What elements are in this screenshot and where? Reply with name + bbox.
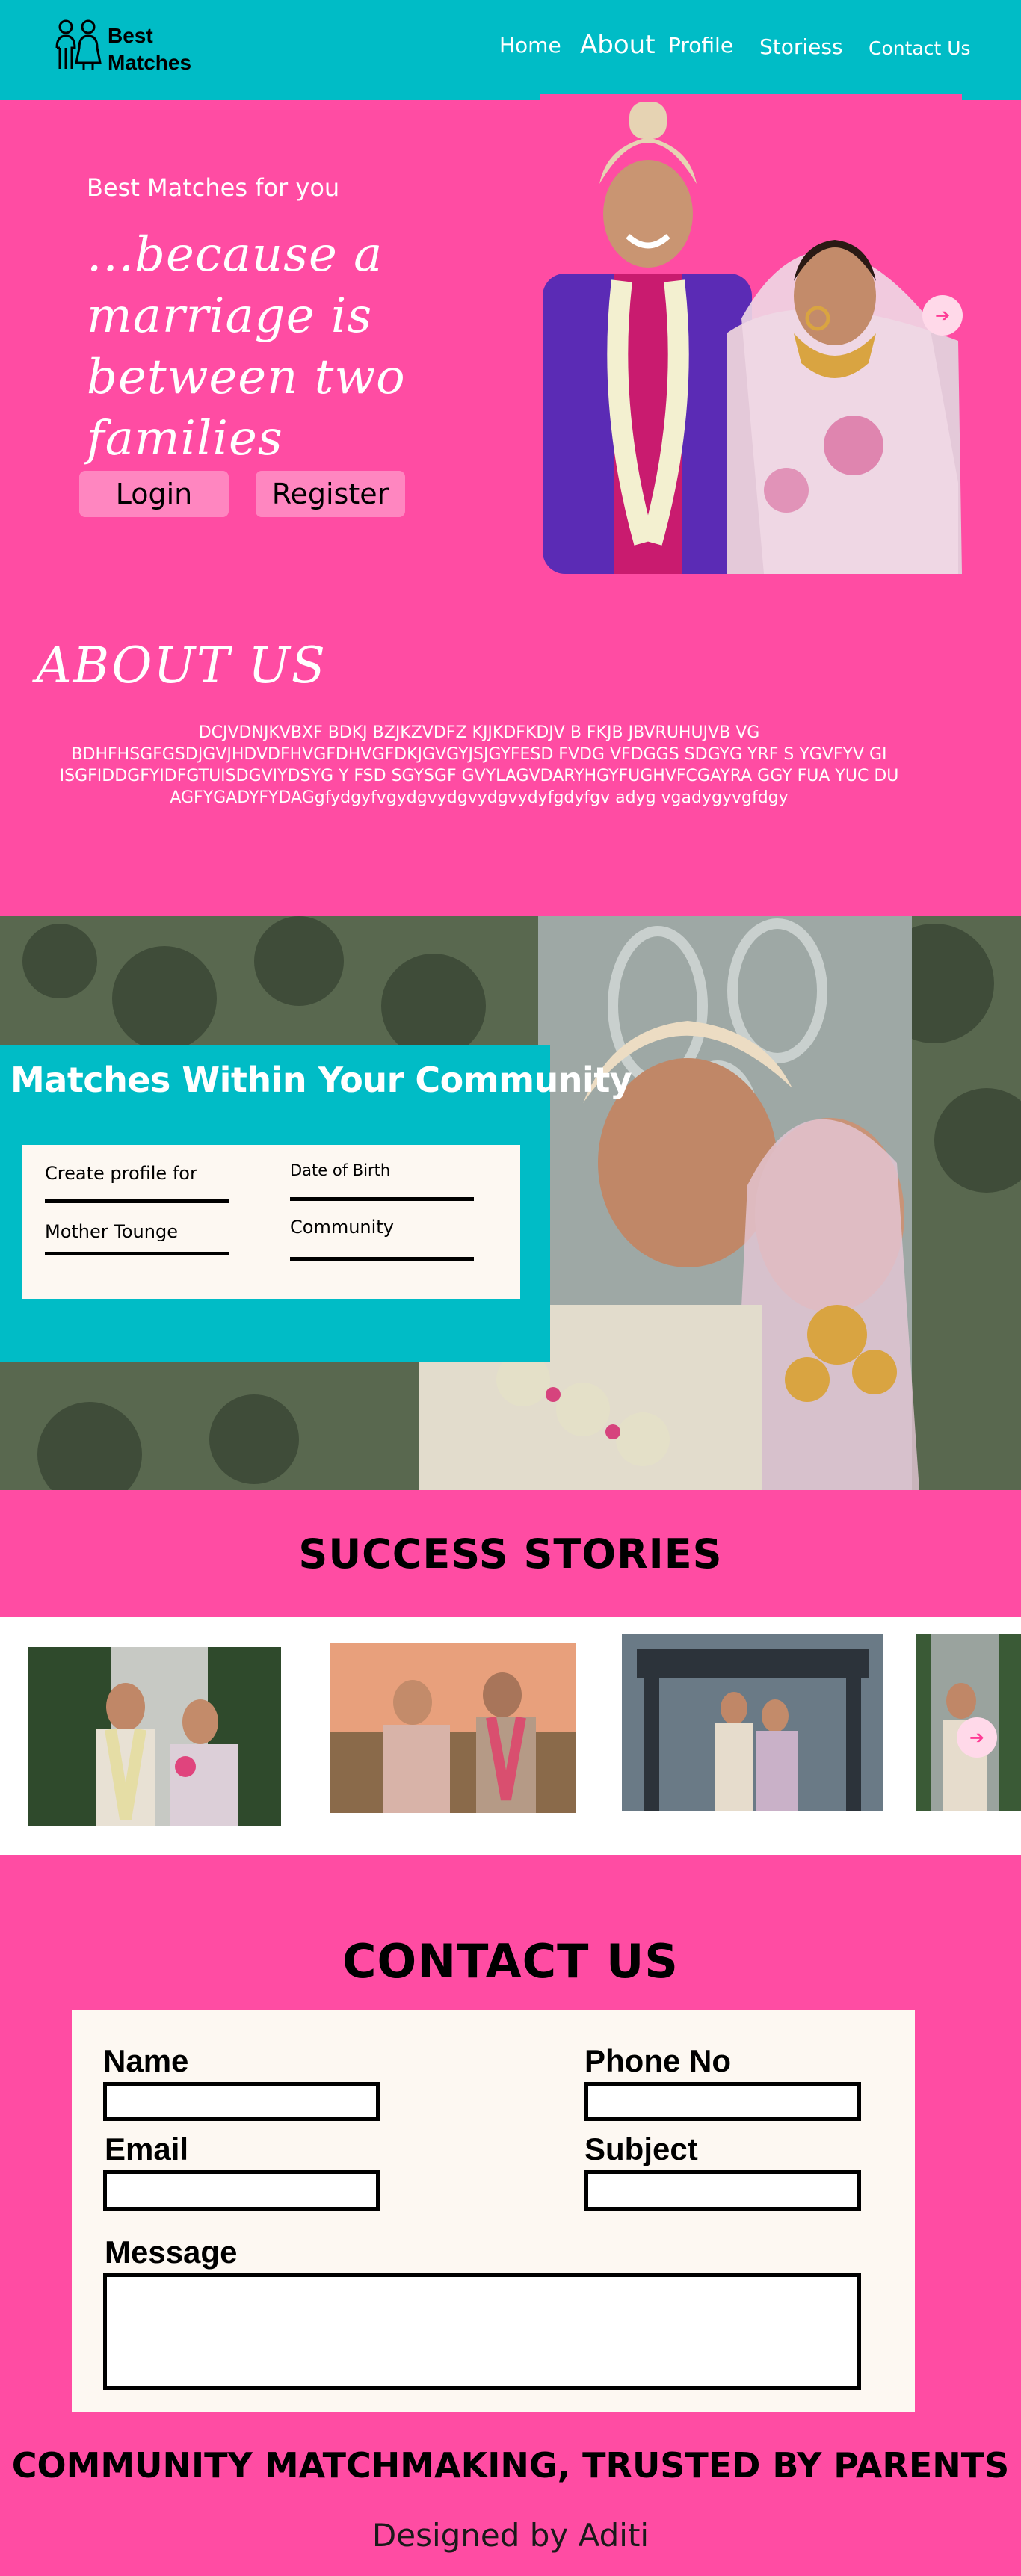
success-stories-title: SUCCESS STORIES <box>298 1531 723 1578</box>
create-profile-for-underline <box>45 1199 229 1203</box>
mother-tongue-field[interactable]: Mother Tounge <box>45 1221 178 1242</box>
hero-tagline: ...because a marriage is between two fam… <box>87 227 406 466</box>
hero-subtitle: Best Matches for you <box>87 173 340 202</box>
nav-about[interactable]: About <box>580 30 656 60</box>
footer-credit: Designed by Aditi <box>371 2517 650 2554</box>
community-underline <box>290 1257 474 1261</box>
message-label: Message <box>105 2234 238 2270</box>
story-photo[interactable] <box>330 1643 576 1813</box>
brand-line-2: Matches <box>108 51 192 74</box>
phone-input[interactable] <box>584 2082 861 2121</box>
couple-logo-icon[interactable] <box>51 18 103 72</box>
subject-label: Subject <box>584 2131 698 2166</box>
hero-couple-photo <box>540 94 962 574</box>
about-body: DCJVDNJKVBXF BDKJ BZJKZVDFZ KJJKDFKDJV B… <box>59 723 899 807</box>
subject-input[interactable] <box>584 2170 861 2211</box>
nav-contact[interactable]: Contact Us <box>869 37 971 59</box>
story-photo[interactable] <box>622 1634 883 1811</box>
stories-next-arrow-icon[interactable]: ➔ <box>957 1717 997 1758</box>
nav-home[interactable]: Home <box>499 33 561 58</box>
footer-slogan: COMMUNITY MATCHMAKING, TRUSTED BY PARENT… <box>11 2445 1010 2486</box>
register-button[interactable]: Register <box>256 471 405 517</box>
name-input[interactable] <box>103 2082 380 2121</box>
login-button[interactable]: Login <box>79 471 229 517</box>
date-of-birth-field[interactable]: Date of Birth <box>290 1161 390 1179</box>
message-textarea[interactable] <box>103 2273 861 2390</box>
brand-name[interactable]: Best Matches <box>108 22 191 76</box>
name-label: Name <box>103 2043 189 2078</box>
nav-profile[interactable]: Profile <box>668 33 733 58</box>
date-of-birth-underline <box>290 1197 474 1201</box>
phone-label: Phone No <box>584 2043 731 2078</box>
contact-title: CONTACT US <box>342 1934 679 1989</box>
community-field[interactable]: Community <box>290 1217 394 1238</box>
brand-line-1: Best <box>108 24 153 47</box>
stories-carousel: ➔ <box>0 1617 1021 1855</box>
email-input[interactable] <box>103 2170 380 2211</box>
community-title: Matches Within Your Community <box>10 1060 632 1100</box>
nav-stories[interactable]: Storiess <box>759 34 843 59</box>
create-profile-for-field[interactable]: Create profile for <box>45 1163 197 1184</box>
email-label: Email <box>105 2131 189 2166</box>
story-photo[interactable] <box>28 1647 281 1826</box>
hero-next-arrow-icon[interactable]: ➔ <box>922 295 963 336</box>
about-title: ABOUT US <box>36 637 327 694</box>
mother-tongue-underline <box>45 1252 229 1255</box>
